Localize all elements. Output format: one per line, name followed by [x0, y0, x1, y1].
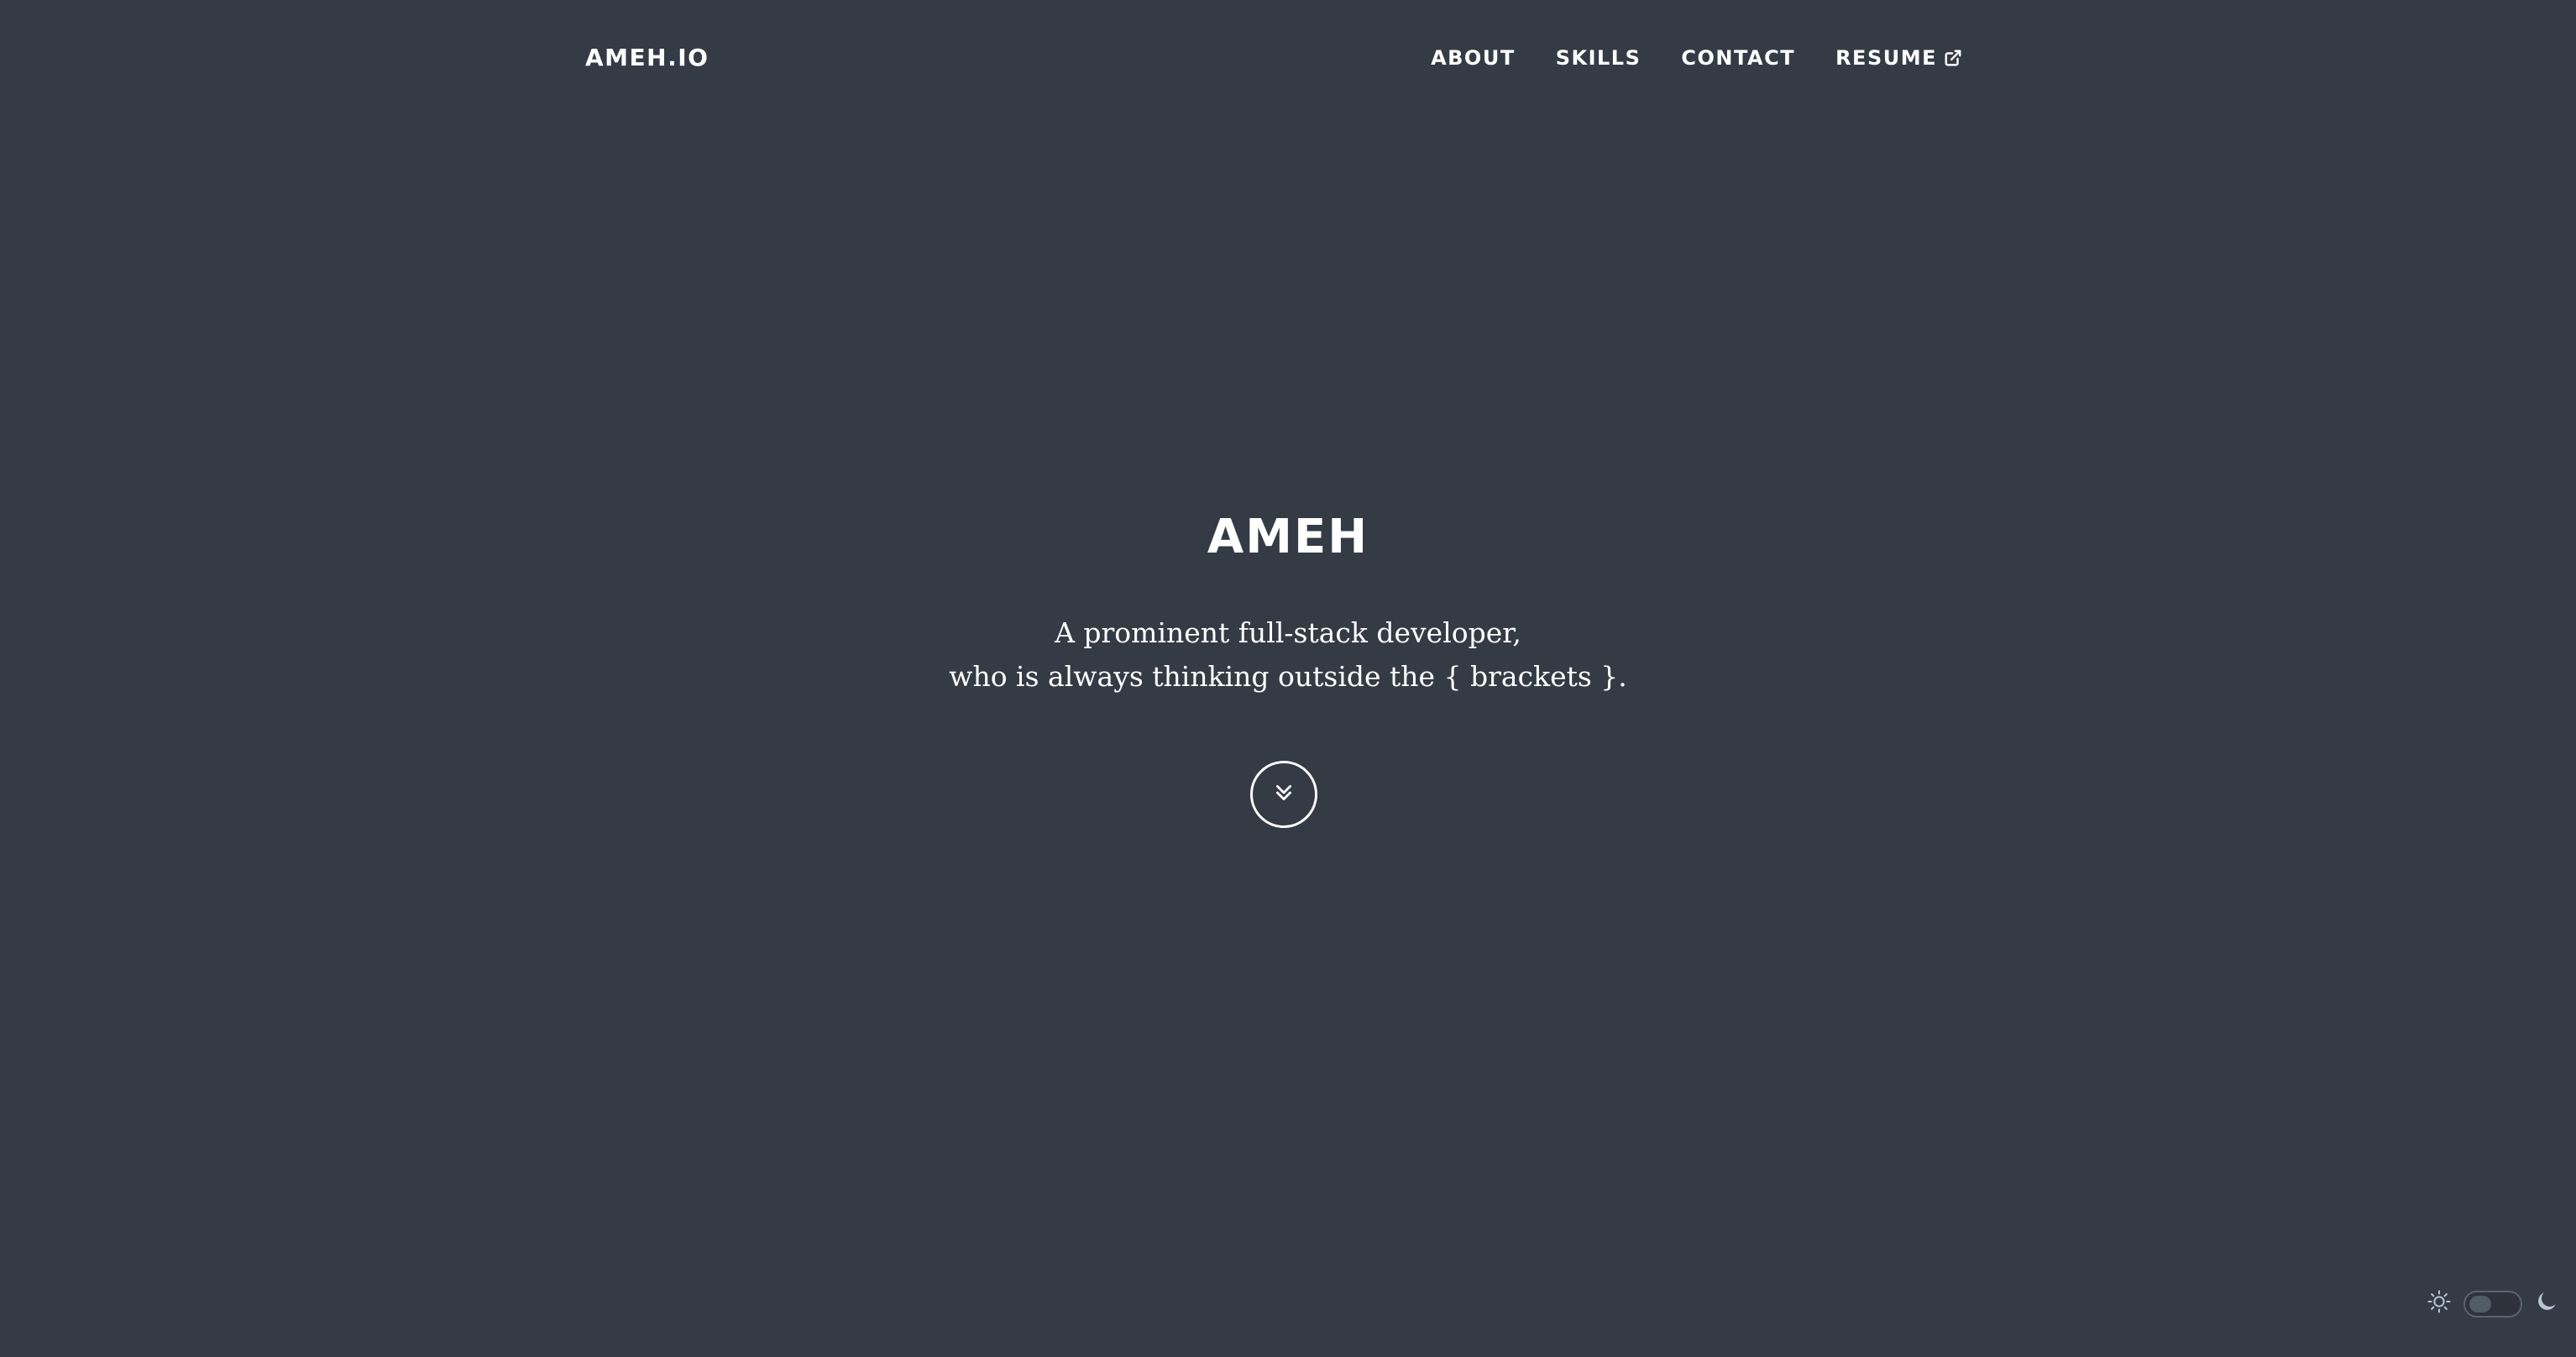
theme-toggle: [2427, 1289, 2559, 1318]
main-nav: ABOUT SKILLS CONTACT RESUME: [1431, 39, 1962, 77]
hero-subtitle: A prominent full-stack developer, who is…: [0, 611, 2576, 699]
double-chevron-down-icon: [1273, 782, 1295, 808]
sun-icon: [2427, 1289, 2452, 1318]
external-link-icon: [1944, 49, 1962, 67]
scroll-down-button[interactable]: [1250, 761, 1317, 828]
nav-link-resume-label: RESUME: [1835, 46, 1937, 70]
nav-link-skills[interactable]: SKILLS: [1556, 46, 1641, 70]
theme-switch-knob: [2469, 1295, 2491, 1312]
nav-link-resume[interactable]: RESUME: [1835, 46, 1962, 70]
nav-link-about[interactable]: ABOUT: [1431, 46, 1516, 70]
nav-link-contact[interactable]: CONTACT: [1681, 46, 1795, 70]
hero-title: AMEH: [1207, 510, 1369, 564]
brand-logo-link[interactable]: AMEH.IO: [585, 39, 709, 77]
theme-switch[interactable]: [2463, 1290, 2522, 1318]
moon-icon: [2534, 1289, 2559, 1318]
page: AMEH.IO ABOUT SKILLS CONTACT RESUME AMEH…: [0, 0, 2576, 1357]
hero-subtitle-line-2: who is always thinking outside the { bra…: [949, 660, 1627, 693]
hero-subtitle-line-1: A prominent full-stack developer,: [1055, 616, 1521, 649]
